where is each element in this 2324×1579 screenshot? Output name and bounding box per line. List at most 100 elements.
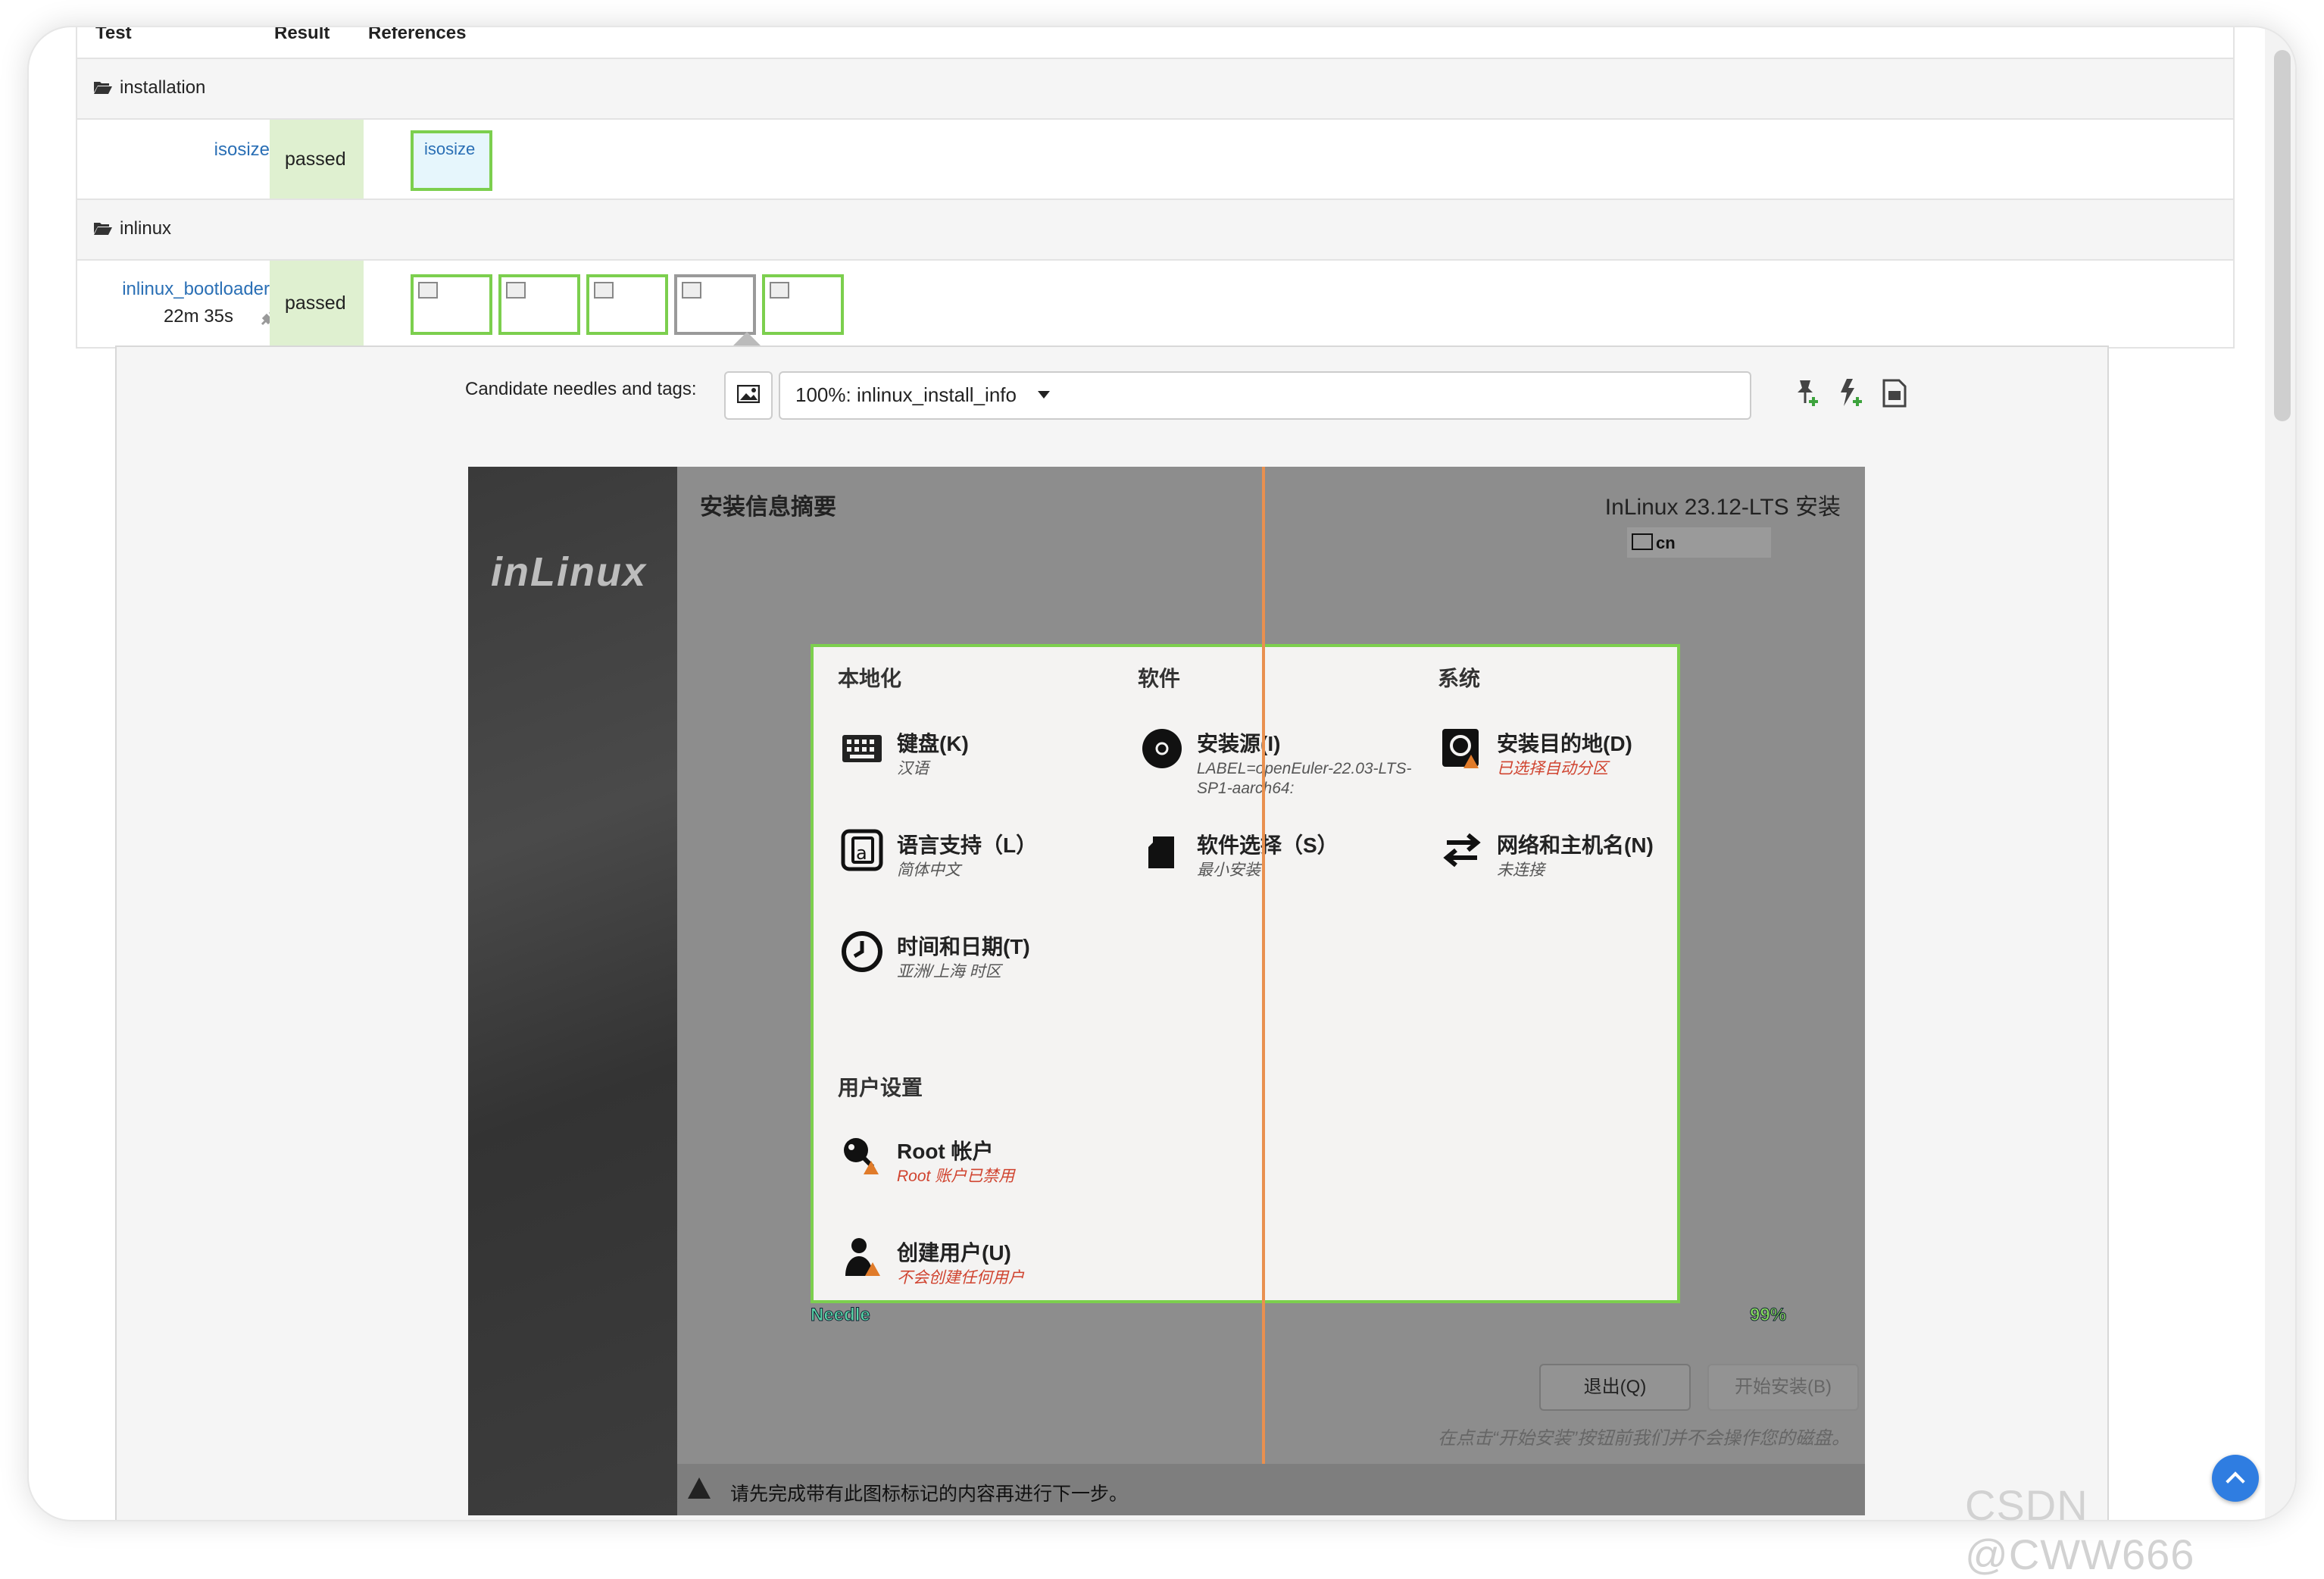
- svg-text:a: a: [856, 843, 867, 864]
- spoke-language: a 语言支持（L） 简体中文: [841, 829, 1129, 890]
- needle-select-value: 100%: inlinux_install_info: [795, 383, 1017, 406]
- spoke-title: 网络和主机名(N): [1497, 833, 1654, 857]
- reference-thumbnail-selected[interactable]: [762, 274, 844, 335]
- module-link-isosize[interactable]: isosize: [214, 139, 270, 161]
- pin-add-icon[interactable]: [1791, 377, 1823, 409]
- spoke-status: 已选择自动分区: [1497, 760, 1608, 777]
- reference-thumbnail[interactable]: [674, 274, 756, 335]
- spoke-title: 软件选择（S）: [1197, 833, 1338, 857]
- candidate-label: Candidate needles and tags:: [465, 379, 697, 399]
- browser-window: Test Result References installation isos…: [29, 27, 2295, 1520]
- header-references: References: [368, 27, 467, 43]
- watermark: CSDN @CWW666: [1965, 1481, 2195, 1578]
- results-table: Test Result References installation isos…: [76, 27, 2235, 349]
- image-toggle-button[interactable]: [724, 371, 773, 420]
- broken-image-icon: [418, 282, 438, 299]
- reference-thumbnail[interactable]: [411, 274, 492, 335]
- spoke-title: 时间和日期(T): [897, 935, 1030, 958]
- divider-line: [1262, 467, 1265, 1515]
- result-cell[interactable]: passed: [270, 120, 364, 199]
- pin-flash-icon[interactable]: [1835, 377, 1866, 409]
- needle-match-area: 本地化 软件 系统 键盘(K) 汉语 安装源(I) LABEL=openEule…: [811, 644, 1680, 1303]
- reference-thumbnail[interactable]: [586, 274, 668, 335]
- needle-label: Needle: [811, 1305, 871, 1326]
- spoke-title: 创建用户(U): [897, 1241, 1011, 1265]
- spoke-software-selection: 软件选择（S） 最小安装: [1141, 829, 1429, 890]
- image-icon: [737, 385, 760, 403]
- column-localization: 本地化: [838, 667, 902, 690]
- broken-image-icon: [770, 282, 789, 299]
- needle-select[interactable]: 100%: inlinux_install_info: [779, 371, 1751, 420]
- spoke-install-destination: 安装目的地(D) 已选择自动分区: [1441, 727, 1729, 788]
- spoke-title: 安装目的地(D): [1497, 732, 1632, 755]
- spoke-status: LABEL=openEuler-22.03-LTS-SP1-aarch64:: [1197, 760, 1412, 797]
- table-header: Test Result References: [77, 27, 2233, 58]
- needle-preview-panel: Candidate needles and tags: 100%: inlinu…: [115, 346, 2109, 1520]
- spoke-status: Root 账户已禁用: [897, 1168, 1015, 1185]
- folder-open-icon: [94, 223, 112, 235]
- spoke-title: Root 帐户: [897, 1140, 994, 1163]
- package-icon: [1148, 836, 1174, 868]
- result-cell[interactable]: passed: [270, 261, 364, 347]
- reference-thumbnail[interactable]: isosize: [411, 130, 492, 191]
- network-icon: [1443, 833, 1481, 868]
- language-icon: a: [841, 829, 883, 871]
- spoke-status: 最小安装: [1197, 861, 1260, 879]
- spoke-network: 网络和主机名(N) 未连接: [1441, 829, 1729, 890]
- column-software: 软件: [1138, 667, 1181, 690]
- caret-down-icon: [1038, 391, 1050, 399]
- spoke-status: 不会创建任何用户: [897, 1269, 1024, 1287]
- folder-open-icon: [94, 82, 112, 94]
- broken-image-icon: [594, 282, 614, 299]
- broken-image-icon: [506, 282, 526, 299]
- quit-button: 退出(Q): [1539, 1364, 1691, 1411]
- installer-title: 安装信息摘要: [700, 495, 836, 520]
- result-text: passed: [285, 292, 346, 314]
- disk-icon: [1442, 729, 1479, 768]
- spoke-title: 键盘(K): [897, 732, 969, 755]
- user-icon: [845, 1238, 880, 1276]
- spoke-create-user: 创建用户(U) 不会创建任何用户: [841, 1237, 1129, 1297]
- spoke-install-source: 安装源(I) LABEL=openEuler-22.03-LTS-SP1-aar…: [1141, 727, 1429, 797]
- file-icon[interactable]: [1879, 377, 1911, 409]
- category-name: installation: [120, 77, 206, 98]
- needle-tools: [1791, 377, 1920, 413]
- inlinux-logo: inLinux: [491, 549, 647, 595]
- result-text: passed: [285, 149, 346, 170]
- spoke-root-account: Root 帐户 Root 账户已禁用: [841, 1135, 1129, 1196]
- module-row-inlinux-bootloader: inlinux_bootloader 22m 35s passed: [77, 259, 2233, 347]
- keyboard-layout-indicator: cn: [1627, 527, 1771, 558]
- category-row-installation: installation: [77, 58, 2233, 118]
- match-percentage: 99%: [1749, 1305, 1787, 1326]
- disc-icon: [1142, 729, 1182, 768]
- begin-install-button: 开始安装(B): [1707, 1364, 1859, 1411]
- disk-hint: 在点击“开始安装”按钮前我们并不会操作您的磁盘。: [1438, 1428, 1850, 1449]
- spoke-keyboard: 键盘(K) 汉语: [841, 727, 1129, 788]
- spoke-status: 汉语: [897, 760, 929, 777]
- spoke-time-date: 时间和日期(T) 亚洲/上海 时区: [841, 930, 1129, 991]
- reference-label: isosize: [424, 139, 476, 158]
- user-settings-heading: 用户设置: [838, 1076, 923, 1099]
- reference-thumbnail[interactable]: [498, 274, 580, 335]
- module-link-inlinux-bootloader[interactable]: inlinux_bootloader: [122, 279, 270, 300]
- warning-icon: [688, 1477, 711, 1499]
- column-system: 系统: [1438, 667, 1481, 690]
- test-screenshot: inLinux 安装信息摘要 InLinux 23.12-LTS 安装 cn 本…: [468, 467, 1865, 1515]
- module-row-isosize: isosize passed isosize: [77, 118, 2233, 199]
- spoke-title: 语言支持（L）: [897, 833, 1038, 857]
- broken-image-icon: [682, 282, 701, 299]
- product-title: InLinux 23.12-LTS 安装: [1604, 495, 1841, 520]
- scrollbar[interactable]: [2265, 27, 2295, 1520]
- spoke-status: 简体中文: [897, 861, 961, 879]
- keyboard-layout-text: cn: [1656, 533, 1676, 552]
- spoke-status: 未连接: [1497, 861, 1545, 879]
- root-key-icon: [844, 1138, 879, 1174]
- scrollbar-thumb[interactable]: [2274, 50, 2291, 421]
- category-row-inlinux: inlinux: [77, 199, 2233, 259]
- module-duration: 22m 35s: [163, 306, 233, 327]
- installer-sidebar: inLinux: [468, 467, 677, 1515]
- selection-caret: [733, 332, 761, 346]
- warning-bar: 请先完成带有此图标标记的内容再进行下一步。: [677, 1464, 1865, 1515]
- header-test: Test: [95, 27, 132, 43]
- spoke-status: 亚洲/上海 时区: [897, 963, 1001, 980]
